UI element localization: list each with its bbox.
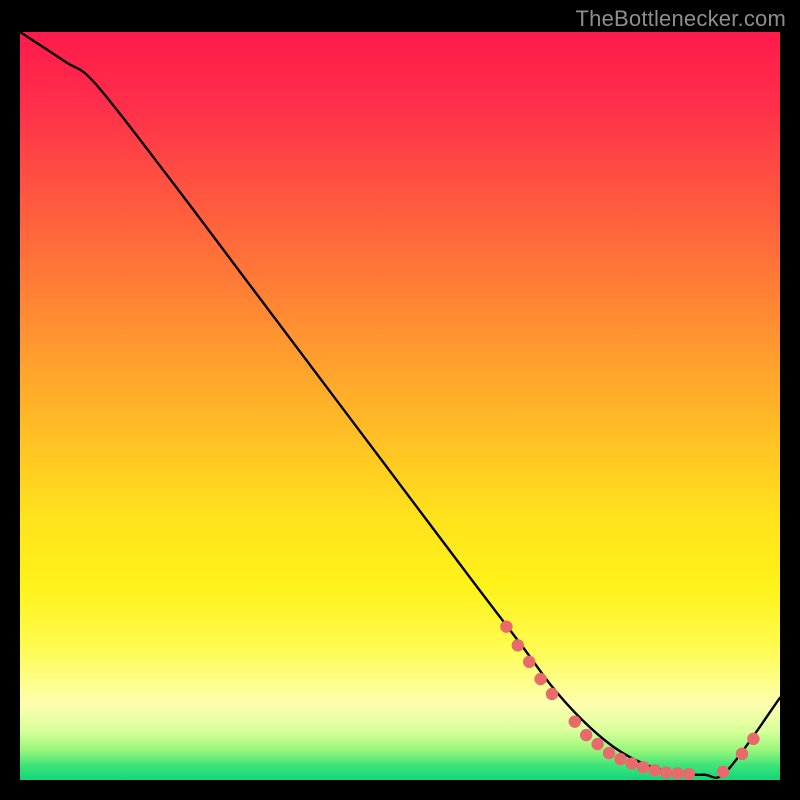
chart-frame: TheBottlenecker.com — [0, 0, 800, 800]
curve-marker — [569, 715, 581, 727]
chart-svg — [20, 32, 780, 780]
curve-marker — [591, 738, 603, 750]
curve-marker — [534, 673, 546, 685]
curve-marker — [500, 620, 512, 632]
curve-marker — [747, 733, 759, 745]
curve-marker — [736, 748, 748, 760]
attribution-label: TheBottlenecker.com — [576, 6, 786, 32]
curve-marker — [614, 753, 626, 765]
plot-area — [20, 32, 780, 780]
curve-marker — [512, 639, 524, 651]
curve-marker — [648, 764, 660, 776]
curve-marker — [671, 767, 683, 779]
curve-marker — [580, 729, 592, 741]
curve-marker — [603, 747, 615, 759]
curve-marker — [626, 757, 638, 769]
bottleneck-curve — [20, 32, 780, 778]
curve-marker — [660, 766, 672, 778]
curve-marker — [523, 656, 535, 668]
curve-marker — [637, 761, 649, 773]
curve-marker — [546, 688, 558, 700]
curve-marker — [683, 768, 695, 780]
curve-marker — [717, 766, 729, 778]
